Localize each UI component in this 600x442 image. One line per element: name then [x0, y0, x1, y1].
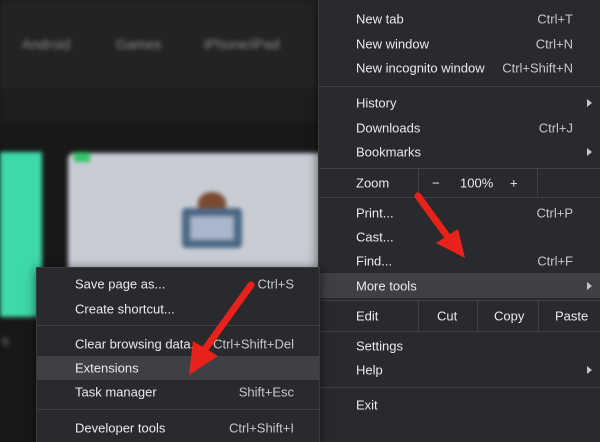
menu-separator	[37, 325, 319, 326]
partial-text: s	[2, 333, 9, 348]
menu-item-more-tools[interactable]: More tools	[319, 273, 600, 298]
submenu-item-extensions[interactable]: Extensions	[37, 356, 319, 380]
submenu-item-save-page[interactable]: Save page as... Ctrl+S	[37, 272, 319, 296]
green-badge	[74, 152, 90, 162]
bookmarks-label: Bookmarks	[356, 144, 422, 160]
edit-divider	[538, 301, 539, 331]
menu-separator	[37, 409, 319, 410]
robot-illustration	[180, 192, 244, 252]
more-tools-label: More tools	[356, 278, 417, 293]
developer-tools-shortcut: Ctrl+Shift+I	[228, 420, 294, 436]
menu-row-zoom: Zoom − 100% +	[319, 169, 600, 197]
extensions-label: Extensions	[75, 360, 139, 376]
zoom-divider	[537, 169, 538, 197]
edit-label: Edit	[356, 308, 379, 324]
submenu-item-developer-tools[interactable]: Developer tools Ctrl+Shift+I	[37, 416, 319, 440]
save-page-label: Save page as...	[75, 276, 166, 292]
menu-separator	[319, 197, 600, 198]
more-tools-submenu: Save page as... Ctrl+S Create shortcut..…	[36, 267, 320, 442]
menu-item-bookmarks[interactable]: Bookmarks	[319, 140, 600, 164]
menu-item-cast[interactable]: Cast...	[319, 225, 600, 249]
zoom-in-button[interactable]: +	[510, 176, 518, 191]
submenu-item-clear-browsing-data[interactable]: Clear browsing data... Ctrl+Shift+Del	[37, 332, 319, 356]
new-tab-shortcut: Ctrl+T	[537, 11, 573, 27]
new-incognito-shortcut: Ctrl+Shift+N	[502, 60, 573, 76]
menu-item-new-incognito-window[interactable]: New incognito window Ctrl+Shift+N	[319, 56, 600, 80]
menu-item-settings[interactable]: Settings	[319, 334, 600, 358]
menu-item-find[interactable]: Find... Ctrl+F	[319, 249, 600, 273]
find-label: Find...	[356, 253, 393, 269]
submenu-item-create-shortcut[interactable]: Create shortcut...	[37, 297, 319, 321]
copy-button[interactable]: Copy	[494, 309, 524, 324]
new-incognito-label: New incognito window	[356, 60, 485, 76]
exit-label: Exit	[356, 397, 378, 413]
menu-row-edit: Edit Cut Copy Paste	[319, 301, 600, 331]
menu-item-print[interactable]: Print... Ctrl+P	[319, 201, 600, 225]
menu-separator	[319, 387, 600, 388]
zoom-out-button[interactable]: −	[432, 176, 440, 191]
task-manager-shortcut: Shift+Esc	[238, 384, 294, 400]
find-shortcut: Ctrl+F	[537, 253, 573, 269]
browser-main-menu: New tab Ctrl+T New window Ctrl+N New inc…	[318, 0, 600, 442]
new-window-label: New window	[356, 36, 429, 52]
task-manager-label: Task manager	[75, 384, 157, 400]
zoom-divider	[418, 169, 419, 197]
developer-tools-label: Developer tools	[75, 420, 166, 436]
nav-item-games[interactable]: Games	[116, 36, 161, 52]
clear-data-label: Clear browsing data...	[75, 336, 202, 352]
edit-divider	[418, 301, 419, 331]
help-label: Help	[356, 362, 383, 378]
paste-button[interactable]: Paste	[555, 309, 588, 324]
menu-separator	[319, 331, 600, 332]
new-window-shortcut: Ctrl+N	[535, 36, 573, 52]
menu-separator	[319, 86, 600, 87]
print-label: Print...	[356, 205, 394, 221]
chevron-right-icon	[587, 366, 592, 374]
menu-item-exit[interactable]: Exit	[319, 393, 600, 417]
edit-divider	[477, 301, 478, 331]
menu-item-downloads[interactable]: Downloads Ctrl+J	[319, 116, 600, 140]
downloads-shortcut: Ctrl+J	[538, 120, 573, 136]
save-page-shortcut: Ctrl+S	[257, 276, 294, 292]
create-shortcut-label: Create shortcut...	[75, 301, 175, 317]
menu-item-new-tab[interactable]: New tab Ctrl+T	[319, 7, 600, 31]
submenu-item-task-manager[interactable]: Task manager Shift+Esc	[37, 380, 319, 404]
clear-data-shortcut: Ctrl+Shift+Del	[213, 336, 294, 352]
chevron-right-icon	[587, 99, 592, 107]
menu-item-help[interactable]: Help	[319, 358, 600, 382]
menu-item-new-window[interactable]: New window Ctrl+N	[319, 32, 600, 56]
history-label: History	[356, 95, 397, 111]
settings-label: Settings	[356, 338, 403, 354]
zoom-level: 100%	[460, 175, 494, 191]
downloads-label: Downloads	[356, 120, 421, 136]
zoom-label: Zoom	[356, 175, 390, 191]
print-shortcut: Ctrl+P	[536, 205, 573, 221]
chevron-right-icon	[587, 281, 592, 290]
chevron-right-icon	[587, 148, 592, 156]
nav-item-android[interactable]: Android	[22, 36, 70, 52]
new-tab-label: New tab	[356, 11, 404, 27]
nav-item-iphone-ipad[interactable]: iPhone/iPad	[204, 36, 280, 52]
menu-item-history[interactable]: History	[319, 91, 600, 115]
cast-label: Cast...	[356, 229, 394, 245]
cut-button[interactable]: Cut	[437, 309, 457, 324]
